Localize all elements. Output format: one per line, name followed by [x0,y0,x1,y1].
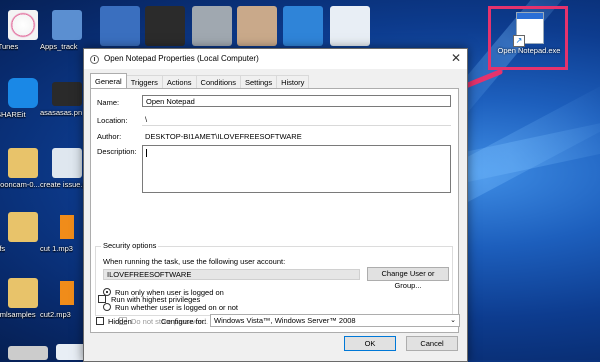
location-label: Location: [97,116,128,125]
desktop-icon-top-2[interactable] [145,6,185,46]
properties-dialog: Open Notepad Properties (Local Computer)… [83,48,468,362]
desktop-icon-label: cut2.mp3 [40,310,71,319]
location-value: \ [145,115,148,124]
desktop-icon-label: SHAREit [0,110,26,119]
close-icon[interactable]: ✕ [451,51,461,65]
user-account-field: ILOVEFREESOFTWARE [103,269,360,280]
desktop-icon-apps-track[interactable]: Apps_track [40,10,94,51]
tab-history[interactable]: History [276,75,310,88]
security-options-title: Security options [101,241,159,250]
desktop-icon-label: cut 1.mp3 [40,244,73,253]
account-prompt: When running the task, use the following… [103,257,286,266]
tab-actions[interactable]: Actions [161,75,197,88]
description-label: Description: [97,147,137,156]
author-value: DESKTOP-BI1AMET\ILOVEFREESOFTWARE [145,132,302,141]
highest-privileges-checkbox[interactable] [98,295,106,303]
folder-icon [8,212,38,242]
desktop-icon-label: asasasas.pn [40,108,83,117]
change-user-button[interactable]: Change User or Group... [367,267,449,290]
shareit-icon [8,78,38,108]
exe-file-label: Open Notepad.exe [497,46,561,55]
folder-icon [8,278,38,308]
name-field[interactable]: Open Notepad [142,95,451,107]
desktop-icon-top-4[interactable] [237,6,277,46]
hidden-checkbox[interactable] [96,317,104,325]
itunes-icon [8,10,38,40]
clock-icon [90,55,99,64]
tab-strip: General Triggers Actions Conditions Sett… [90,73,310,89]
tab-general[interactable]: General [90,73,127,88]
desktop-icon-top-6[interactable] [330,6,370,46]
image-file-icon [52,148,82,178]
name-label: Name: [97,98,120,107]
dialog-title: Open Notepad Properties (Local Computer) [104,54,259,63]
image-file-icon [52,82,82,106]
chevron-down-icon: ⌄ [450,317,456,324]
vlc-cone-icon [52,278,82,308]
desktop-icon-label: xmlsamples [0,310,36,319]
exe-file-icon[interactable]: ↗ [513,12,544,47]
tab-triggers[interactable]: Triggers [125,75,163,88]
desktop-icon-top-1[interactable] [100,6,140,46]
desktop-icon-top-5[interactable] [283,6,323,46]
author-label: Author: [97,132,122,141]
description-field[interactable] [142,145,451,193]
cancel-button[interactable]: Cancel [406,336,458,351]
vlc-cone-icon [52,212,82,242]
desktop-icon-label: ilfs [0,244,6,253]
hidden-label: Hidden [108,317,132,326]
configure-for-label: Configure for: [161,317,207,326]
desktop-icon-label: iTunes [0,42,19,51]
tab-conditions[interactable]: Conditions [195,75,241,88]
desktop-icon-bottom-1[interactable] [8,346,48,360]
dialog-titlebar[interactable]: Open Notepad Properties (Local Computer)… [84,49,467,69]
text-caret [146,149,147,157]
configure-for-select[interactable]: Windows Vista™, Windows Server™ 2008 ⌄ [210,314,460,327]
radio-whether-logged-on[interactable] [103,303,111,311]
highest-privileges-label: Run with highest privileges [111,295,201,304]
configure-for-value: Windows Vista™, Windows Server™ 2008 [214,316,356,325]
folder-icon [8,148,38,178]
desktop-icon-top-3[interactable] [192,6,232,46]
tab-settings[interactable]: Settings [239,75,278,88]
radio-whether-label: Run whether user is logged on or not [115,303,238,312]
desktop-icon-label: Apps_track [40,42,78,51]
desktop-icon-label: gooncam-0... [0,180,40,189]
apps-track-icon [52,10,82,40]
ok-button[interactable]: OK [344,336,396,351]
